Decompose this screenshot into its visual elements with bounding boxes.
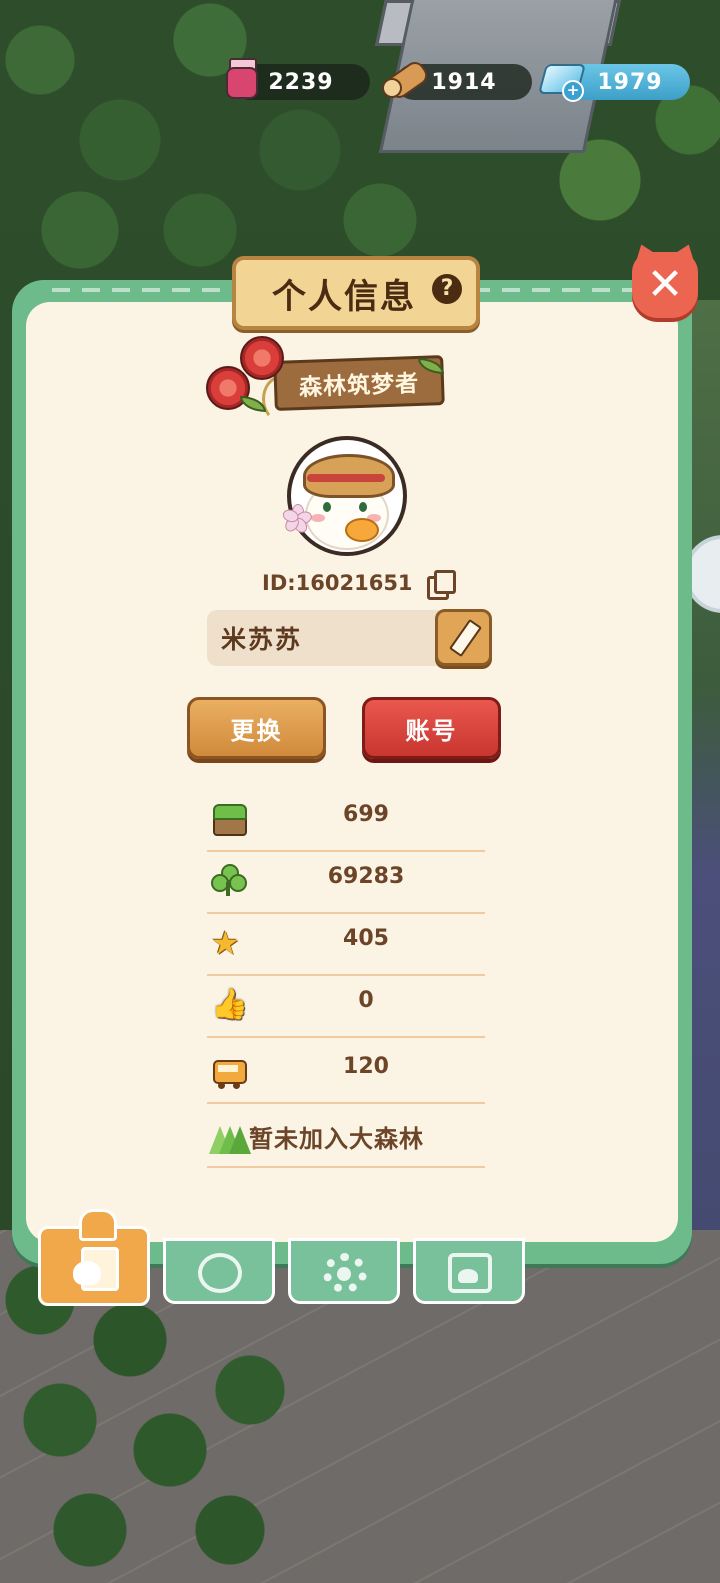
panel-title-plaque: 个人信息 ? (232, 256, 480, 330)
clover-icon (211, 864, 247, 898)
player-avatar[interactable] (287, 436, 407, 556)
forest-status-row[interactable]: 暂未加入大森林 (207, 1106, 485, 1168)
clover-badge-icon (198, 1253, 242, 1293)
background-edge-scenery (688, 300, 720, 1260)
player-title-text: 森林筑梦者 (298, 370, 420, 402)
rose-icon (240, 336, 284, 380)
gem-icon: + (537, 60, 587, 102)
edit-name-button[interactable] (435, 609, 492, 666)
hedge-bushes (0, 1260, 360, 1583)
profile-card-icon (73, 1247, 119, 1291)
jam-value: 2239 (268, 69, 334, 95)
jam-jar-icon (226, 58, 258, 99)
copy-icon[interactable] (426, 570, 456, 600)
stat-row: ★ 405 (207, 912, 485, 976)
player-title-badge: 森林筑梦者 (206, 336, 446, 422)
stat-row: 120 (207, 1040, 485, 1104)
stat-row: 699 (207, 788, 485, 852)
jam-counter[interactable]: 2239 (226, 58, 370, 100)
tab-active-tag (79, 1209, 117, 1241)
duck-beak (345, 518, 379, 542)
thumbs-up-icon: 👍 (211, 987, 249, 1022)
stat-row: 69283 (207, 850, 485, 914)
tab-profile[interactable] (38, 1209, 150, 1306)
stat-value: 0 (358, 988, 374, 1013)
forest-trees-icon (209, 1118, 251, 1154)
settings-gear-icon (323, 1253, 367, 1293)
flower-decoration-icon (281, 504, 314, 536)
tab-badges[interactable] (163, 1238, 275, 1304)
help-icon[interactable]: ? (432, 274, 462, 304)
wood-counter[interactable]: 1914 (382, 58, 532, 102)
wood-value: 1914 (431, 69, 497, 95)
stat-row: 👍 0 (207, 974, 485, 1038)
player-name-field: 米苏苏 (207, 610, 439, 666)
close-icon: ✕ (646, 259, 684, 310)
forest-status-text: 暂未加入大森林 (249, 1124, 424, 1153)
grass-block-icon (211, 802, 247, 836)
plus-icon[interactable]: + (562, 80, 584, 102)
hat-band (307, 474, 385, 482)
tab-album[interactable] (413, 1238, 525, 1304)
close-button[interactable]: ✕ (632, 252, 698, 318)
gem-counter[interactable]: + 1979 (537, 64, 690, 102)
panel-title: 个人信息 (272, 276, 416, 317)
duck-eye (359, 502, 367, 512)
pencil-icon (449, 618, 482, 658)
photo-album-icon (448, 1253, 492, 1293)
tab-settings[interactable] (288, 1238, 400, 1304)
change-button[interactable]: 更换 (187, 697, 326, 759)
stat-value: 405 (343, 926, 389, 951)
star-icon: ★ (211, 924, 240, 962)
stat-value: 69283 (327, 864, 405, 889)
account-button[interactable]: 账号 (362, 697, 501, 759)
player-name: 米苏苏 (221, 625, 303, 654)
stat-value: 699 (343, 802, 389, 827)
player-id-row: ID:16021651 (262, 566, 456, 600)
duck-cheek (311, 514, 325, 522)
gem-value: 1979 (597, 69, 663, 95)
wood-log-icon (382, 58, 432, 102)
duck-eye (323, 502, 331, 512)
stat-value: 120 (343, 1054, 389, 1079)
bus-icon (211, 1054, 247, 1089)
player-id: ID:16021651 (262, 571, 413, 595)
